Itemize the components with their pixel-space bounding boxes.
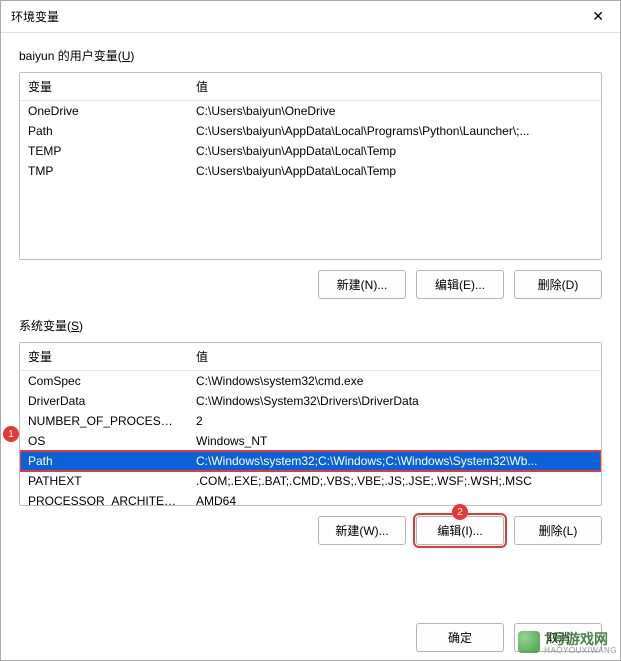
dialog-title: 环境变量 <box>11 8 59 25</box>
sys-list-header: 变量 值 <box>20 343 601 371</box>
table-row[interactable]: Path C:\Users\baiyun\AppData\Local\Progr… <box>20 121 601 141</box>
user-list-body[interactable]: OneDrive C:\Users\baiyun\OneDrive Path C… <box>20 101 601 259</box>
col-value[interactable]: 值 <box>188 343 601 370</box>
sys-list-wrap: 1 变量 值 ComSpec C:\Windows\system32\cmd.e… <box>19 342 602 506</box>
delete-button[interactable]: 删除(L) <box>514 516 602 545</box>
user-vars-listview[interactable]: 变量 值 OneDrive C:\Users\baiyun\OneDrive P… <box>19 72 602 260</box>
new-button[interactable]: 新建(N)... <box>318 270 406 299</box>
dialog-content: baiyun 的用户变量(U) 变量 值 OneDrive C:\Users\b… <box>1 33 620 660</box>
table-row[interactable]: OS Windows_NT <box>20 431 601 451</box>
edit-button[interactable]: 编辑(E)... <box>416 270 504 299</box>
sys-buttons: 新建(W)... 2 编辑(I)... 删除(L) <box>19 516 602 545</box>
table-row[interactable]: ComSpec C:\Windows\system32\cmd.exe <box>20 371 601 391</box>
sys-list-body[interactable]: ComSpec C:\Windows\system32\cmd.exe Driv… <box>20 371 601 505</box>
close-icon[interactable]: ✕ <box>586 8 610 25</box>
callout-badge-1: 1 <box>3 426 19 442</box>
new-button[interactable]: 新建(W)... <box>318 516 406 545</box>
dialog-bottom-buttons: 确定 取消 <box>19 605 602 652</box>
table-row[interactable]: OneDrive C:\Users\baiyun\OneDrive <box>20 101 601 121</box>
env-vars-dialog: 环境变量 ✕ baiyun 的用户变量(U) 变量 值 OneDrive C:\… <box>0 0 621 661</box>
table-row[interactable]: TEMP C:\Users\baiyun\AppData\Local\Temp <box>20 141 601 161</box>
user-buttons: 新建(N)... 编辑(E)... 删除(D) <box>19 270 602 299</box>
cancel-button[interactable]: 取消 <box>514 623 602 652</box>
col-variable[interactable]: 变量 <box>20 343 188 370</box>
user-list-header: 变量 值 <box>20 73 601 101</box>
ok-button[interactable]: 确定 <box>416 623 504 652</box>
table-row-selected[interactable]: Path C:\Windows\system32;C:\Windows;C:\W… <box>20 451 601 471</box>
callout-badge-2: 2 <box>452 504 468 520</box>
sys-vars-listview[interactable]: 变量 值 ComSpec C:\Windows\system32\cmd.exe… <box>19 342 602 506</box>
user-vars-label: baiyun 的用户变量(U) <box>19 47 602 64</box>
table-row[interactable]: TMP C:\Users\baiyun\AppData\Local\Temp <box>20 161 601 181</box>
table-row[interactable]: DriverData C:\Windows\System32\Drivers\D… <box>20 391 601 411</box>
table-row[interactable]: NUMBER_OF_PROCESSORS 2 <box>20 411 601 431</box>
col-value[interactable]: 值 <box>188 73 601 100</box>
col-variable[interactable]: 变量 <box>20 73 188 100</box>
titlebar: 环境变量 ✕ <box>1 1 620 33</box>
table-row[interactable]: PROCESSOR_ARCHITECT... AMD64 <box>20 491 601 505</box>
edit-button[interactable]: 编辑(I)... <box>416 516 504 545</box>
sys-vars-label: 系统变量(S) <box>19 317 602 334</box>
delete-button[interactable]: 删除(D) <box>514 270 602 299</box>
table-row[interactable]: PATHEXT .COM;.EXE;.BAT;.CMD;.VBS;.VBE;.J… <box>20 471 601 491</box>
